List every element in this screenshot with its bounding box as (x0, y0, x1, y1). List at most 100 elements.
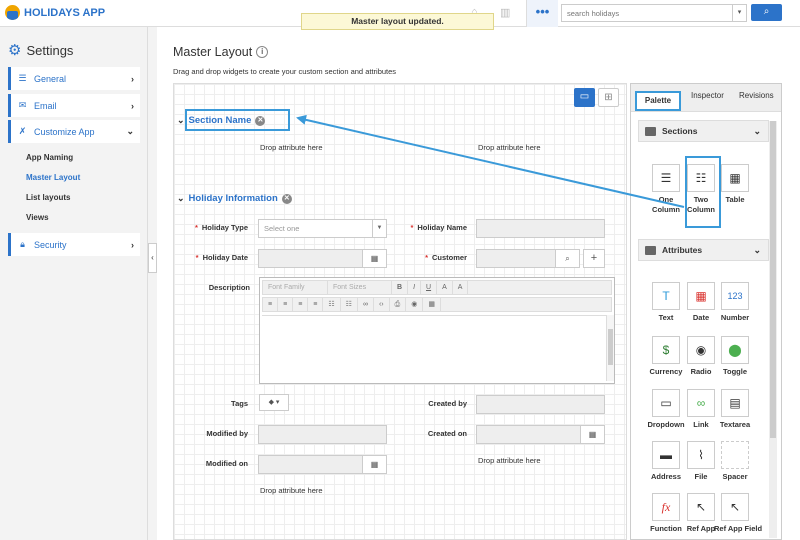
font-family-select[interactable]: Font Family (263, 281, 328, 294)
tags-label: Tags (231, 399, 248, 408)
calendar-icon: ▦ (687, 282, 715, 310)
more-menu-icon[interactable]: ••• (526, 0, 558, 27)
chart-icon[interactable]: ▥ (500, 6, 510, 19)
panel-scrollbar[interactable] (769, 121, 777, 538)
sidebar-item-label: General (34, 73, 67, 84)
sidebar-collapse-button[interactable]: ‹ (148, 243, 157, 273)
sliders-icon: ☰ (18, 73, 27, 83)
toggle-tile[interactable]: ⬤ Toggle (714, 336, 756, 377)
sidebar-item-customize-app[interactable]: ✗ Customize App ⌄ (8, 120, 140, 143)
subnav-master-layout[interactable]: Master Layout (26, 173, 80, 182)
search-icon: ⌕ (763, 6, 770, 17)
drop-zone-left[interactable]: Drop attribute here (260, 143, 323, 152)
bold-icon[interactable]: B (392, 281, 409, 294)
align-right-icon[interactable]: ≡ (293, 298, 309, 311)
highlight-icon[interactable]: A (453, 281, 469, 294)
sidebar-item-email[interactable]: ✉ Email › (8, 94, 140, 117)
modified-by-field (258, 425, 387, 444)
underline-icon[interactable]: U (421, 281, 438, 294)
sidebar-item-security[interactable]: 🔒︎ Security › (8, 233, 140, 256)
attributes-accordion[interactable]: Attributes ⌄ (638, 239, 769, 261)
holiday-type-select[interactable]: Select one ▼ (258, 219, 387, 238)
drop-zone-right-2[interactable]: Drop attribute here (478, 456, 541, 465)
ref-app-field-tile[interactable]: ↖ Ref App Field (714, 493, 762, 534)
tab-inspector[interactable]: Inspector (691, 91, 724, 100)
description-editor[interactable]: Font Family Font Sizes B I U A A ≡ ≡ ≡ ≡… (259, 277, 615, 384)
calendar-icon[interactable]: ▦ (362, 250, 386, 267)
text-color-icon[interactable]: A (437, 281, 453, 294)
gear-icon: ⚙ (8, 42, 22, 59)
number-tile[interactable]: 123 Number (714, 282, 756, 323)
sections-accordion[interactable]: Sections ⌄ (638, 120, 769, 142)
editor-toolbar-2: ≡ ≡ ≡ ≡ ☷ ☷ ∞ ‹› ⎙ ◉ ▦ (262, 297, 612, 312)
preview-icon[interactable]: ◉ (406, 298, 424, 311)
align-left-icon[interactable]: ≡ (263, 298, 279, 311)
chevron-down-icon[interactable]: ⌄ (177, 193, 185, 204)
paperclip-icon: ⌇ (687, 441, 715, 469)
search-button[interactable]: ⌕ (751, 4, 782, 21)
editor-text-area[interactable] (262, 315, 612, 381)
subnav-app-naming[interactable]: App Naming (26, 153, 73, 162)
subnav-list-layouts[interactable]: List layouts (26, 193, 70, 202)
editor-scrollbar[interactable] (606, 315, 614, 381)
editor-toolbar-1: Font Family Font Sizes B I U A A (262, 280, 612, 295)
link-icon[interactable]: ∞ (358, 298, 374, 311)
one-column-icon: ☰ (652, 164, 680, 192)
justify-icon[interactable]: ≡ (308, 298, 324, 311)
print-icon[interactable]: ⎙ (390, 298, 407, 311)
modified-by-label: Modified by (206, 429, 248, 438)
plus-icon: + (590, 252, 598, 264)
tags-button[interactable]: ◆ ▾ (259, 394, 289, 411)
lock-icon: 🔒︎ (20, 239, 25, 249)
modified-on-label: Modified on (205, 459, 248, 468)
scrollbar-thumb[interactable] (770, 121, 776, 438)
chevron-down-icon[interactable]: ⌄ (177, 115, 185, 126)
chevron-right-icon: › (131, 73, 134, 84)
code-icon[interactable]: ‹› (374, 298, 390, 311)
chevron-down-icon: ⌄ (126, 126, 134, 136)
spacer-tile[interactable]: Spacer (714, 441, 756, 482)
function-icon: fx (652, 493, 680, 521)
holiday-name-field[interactable] (476, 219, 605, 238)
table-icon[interactable]: ▦ (423, 298, 441, 311)
app-logo[interactable]: HOLIDAYS APP (5, 5, 105, 20)
caret-down-icon: ▼ (372, 220, 386, 237)
app-logo-icon (5, 5, 20, 20)
sidebar-heading-label: Settings (26, 42, 74, 58)
search-icon[interactable]: ⌕ (555, 250, 579, 267)
description-label: Description (208, 283, 250, 292)
remove-section-icon[interactable]: ✕ (281, 193, 292, 204)
add-customer-button[interactable]: + (583, 249, 605, 268)
sidebar-item-label: Customize App (34, 126, 95, 137)
tab-palette[interactable]: Palette (635, 91, 681, 111)
holiday-information-header[interactable]: ⌄ Holiday Information ✕ (177, 193, 292, 204)
drop-zone-right[interactable]: Drop attribute here (478, 143, 541, 152)
customer-field[interactable]: ⌕ (476, 249, 580, 268)
scrollbar-thumb[interactable] (608, 329, 613, 365)
numbered-list-icon[interactable]: ☷ (341, 298, 358, 311)
info-icon[interactable]: i (256, 46, 269, 58)
subnav-views[interactable]: Views (26, 213, 49, 222)
align-center-icon[interactable]: ≡ (278, 298, 294, 311)
textarea-tile[interactable]: ▤ Textarea (714, 389, 756, 430)
font-size-select[interactable]: Font Sizes (328, 281, 392, 294)
radio-icon: ◉ (687, 336, 715, 364)
drop-zone-bottom[interactable]: Drop attribute here (260, 486, 323, 495)
app-title: HOLIDAYS APP (24, 6, 106, 19)
dropdown-icon: ▭ (652, 389, 680, 417)
desktop-view-button[interactable]: ▭ (574, 88, 595, 107)
sidebar-item-general[interactable]: ☰ General › (8, 67, 140, 90)
search-dropdown-chevron-icon[interactable]: ▾ (732, 5, 746, 21)
tab-revisions[interactable]: Revisions (739, 91, 774, 100)
search-input[interactable] (562, 5, 732, 21)
sidebar-item-label: Email (34, 100, 57, 111)
hierarchy-view-button[interactable]: ⊞ (598, 88, 619, 107)
created-by-field (476, 395, 605, 414)
chevron-right-icon: › (131, 100, 134, 111)
calendar-icon: ▦ (362, 456, 386, 473)
holiday-information-title[interactable]: Holiday Information (189, 193, 278, 204)
italic-icon[interactable]: I (408, 281, 422, 294)
bullet-list-icon[interactable]: ☷ (323, 298, 341, 311)
page-subtitle: Drag and drop widgets to create your cus… (173, 67, 397, 76)
holiday-date-field[interactable]: ▦ (258, 249, 387, 268)
